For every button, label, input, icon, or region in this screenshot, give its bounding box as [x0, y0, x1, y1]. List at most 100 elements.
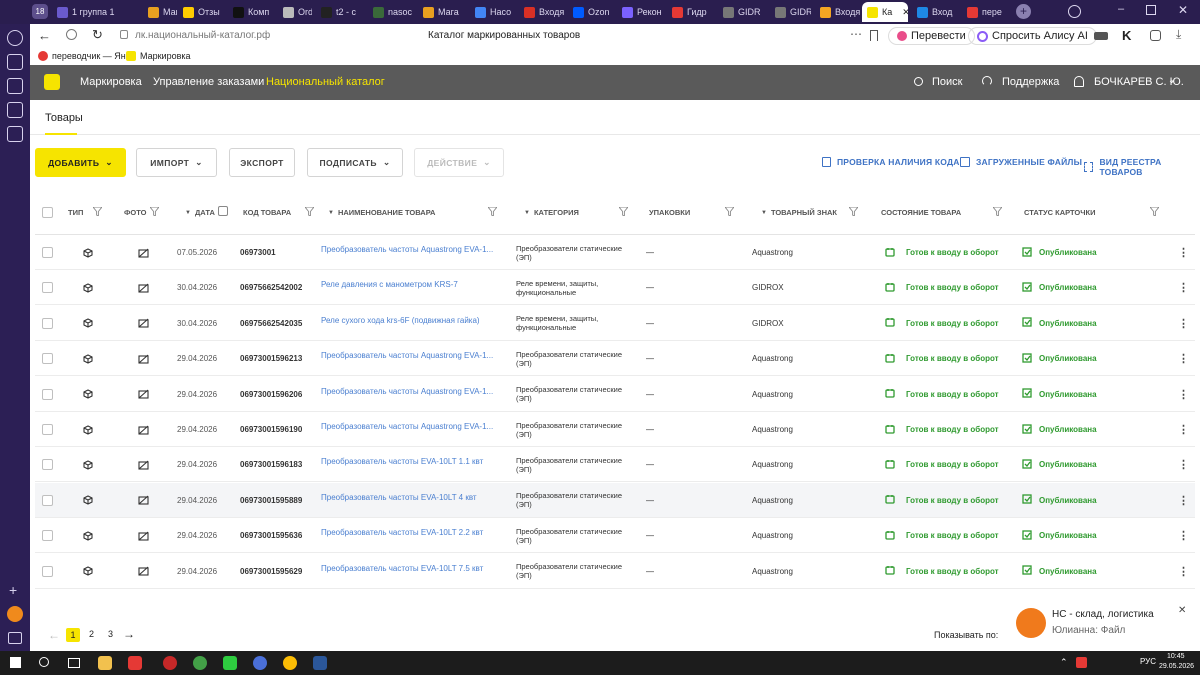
browser-tab[interactable]: Мага — [418, 2, 462, 22]
row-name[interactable]: Преобразователь частоты EVA-10LT 7.5 квт — [321, 564, 507, 573]
row-checkbox[interactable] — [42, 377, 53, 412]
file-explorer-icon[interactable] — [98, 656, 112, 670]
action-button[interactable]: ДЕЙСТВИЕ ⌄ — [414, 148, 504, 177]
row-code[interactable]: 06973001596183 — [240, 447, 302, 482]
row-menu-icon[interactable]: ⋮ — [1178, 554, 1189, 589]
more-icon[interactable]: ⋯ — [850, 27, 862, 41]
row-code[interactable]: 06975662542035 — [240, 306, 302, 341]
filter-icon[interactable] — [1150, 207, 1159, 216]
search-icon[interactable] — [914, 77, 923, 86]
col-category[interactable]: ▼ КАТЕГОРИЯ — [524, 208, 579, 217]
bookmark-icon[interactable] — [870, 30, 878, 41]
row-code[interactable]: 06973001595889 — [240, 483, 302, 518]
browser-tab[interactable]: Насо — [470, 2, 515, 22]
col-name[interactable]: ▼ НАИМЕНОВАНИЕ ТОВАРА — [328, 208, 435, 217]
row-checkbox[interactable] — [42, 483, 53, 518]
tray-chevron-icon[interactable]: ⌃ — [1060, 657, 1068, 668]
registry-view-link[interactable]: ВИД РЕЕСТРА ТОВАРОВ — [1084, 157, 1200, 177]
row-name-cell[interactable]: Преобразователь частоты EVA-10LT 4 квт — [321, 493, 507, 502]
tab-count-badge[interactable]: 18 — [32, 4, 48, 19]
browser-tab[interactable]: nasос — [368, 2, 414, 22]
table-row[interactable]: 29.04.2026 06973001595629 Преобразователь … — [35, 554, 1195, 589]
browser-tab[interactable]: Гидр — [667, 2, 713, 22]
close-window-button[interactable]: ✕ — [1178, 3, 1188, 17]
table-row[interactable]: 29.04.2026 06973001595889 Преобразователь … — [35, 482, 1195, 518]
row-name[interactable]: Преобразователь частоты Aquastrong EVA-1… — [321, 422, 507, 431]
history-icon[interactable] — [7, 30, 23, 46]
col-brand[interactable]: ▼ ТОВАРНЫЙ ЗНАК — [761, 208, 837, 217]
word-icon[interactable] — [313, 656, 327, 670]
browser-tab[interactable]: GIDR — [718, 2, 764, 22]
row-name-cell[interactable]: Преобразователь частоты Aquastrong EVA-1… — [321, 351, 507, 360]
filter-icon[interactable] — [993, 207, 1002, 216]
support-icon[interactable] — [982, 76, 992, 86]
row-menu-icon[interactable]: ⋮ — [1178, 270, 1189, 305]
table-row[interactable]: 29.04.2026 06973001596183 Преобразователь … — [35, 447, 1195, 483]
browser-tab[interactable]: 1 группа 1 — [52, 2, 120, 22]
row-name-cell[interactable]: Преобразователь частоты EVA-10LT 7.5 квт — [321, 564, 507, 573]
add-panel-icon[interactable]: + — [9, 582, 17, 598]
filter-icon[interactable] — [488, 207, 497, 216]
row-name[interactable]: Преобразователь частоты EVA-10LT 2.2 квт — [321, 528, 507, 537]
row-name[interactable]: Преобразователь частоты EVA-10LT 4 квт — [321, 493, 507, 502]
row-menu-icon[interactable]: ⋮ — [1178, 306, 1189, 341]
filter-icon[interactable] — [305, 207, 314, 216]
tray-app-icon[interactable] — [1076, 657, 1087, 668]
new-tab-button[interactable]: + — [1016, 4, 1031, 19]
browser-tab[interactable]: Ozon — [568, 2, 613, 22]
page-3[interactable]: 3 — [108, 629, 113, 639]
extension-icon[interactable] — [1094, 32, 1108, 40]
browser-tab[interactable]: GIDR — [770, 2, 811, 22]
row-name[interactable]: Преобразователь частоты Aquastrong EVA-1… — [321, 387, 507, 396]
table-row[interactable]: 07.05.2026 06973001 Преобразователь частот… — [35, 235, 1195, 270]
row-name-cell[interactable]: Преобразователь частоты EVA-10LT 2.2 квт — [321, 528, 507, 537]
yandex-icon[interactable] — [66, 29, 77, 40]
row-code[interactable]: 06973001596206 — [240, 377, 302, 412]
url-text[interactable]: лк.национальный-каталог.рф — [135, 30, 270, 41]
table-row[interactable]: 30.04.2026 06975662542002 Реле давления с … — [35, 270, 1195, 306]
row-menu-icon[interactable]: ⋮ — [1178, 447, 1189, 482]
row-menu-icon[interactable]: ⋮ — [1178, 518, 1189, 553]
row-checkbox[interactable] — [42, 270, 53, 305]
nav-order-management[interactable]: Управление заказами — [153, 76, 264, 88]
row-code[interactable]: 06973001 — [240, 235, 276, 270]
row-checkbox[interactable] — [42, 447, 53, 482]
calendar-icon[interactable] — [218, 206, 228, 216]
profile-icon[interactable] — [1068, 5, 1081, 18]
clock-time[interactable]: 10:45 — [1167, 653, 1185, 660]
add-button[interactable]: ДОБАВИТЬ ⌄ — [35, 148, 126, 177]
browser-tab[interactable]: Отзы — [178, 2, 223, 22]
browser-tab[interactable]: Мага — [143, 2, 177, 22]
row-checkbox[interactable] — [42, 306, 53, 341]
row-name-cell[interactable]: Преобразователь частоты Aquastrong EVA-1… — [321, 387, 507, 396]
row-code[interactable]: 06973001596190 — [240, 412, 302, 447]
language-indicator[interactable]: РУС — [1140, 657, 1156, 666]
table-row[interactable]: 29.04.2026 06973001596206 Преобразователь … — [35, 377, 1195, 412]
row-name-cell[interactable]: Преобразователь частоты Aquastrong EVA-1… — [321, 422, 507, 431]
share-icon[interactable] — [1150, 30, 1161, 41]
export-button[interactable]: ЭКСПОРТ — [229, 148, 295, 177]
filter-icon[interactable] — [849, 207, 858, 216]
opera-icon[interactable] — [163, 656, 177, 670]
collections-icon[interactable] — [7, 54, 23, 70]
download-icon[interactable]: ⤓ — [1176, 27, 1181, 42]
clock-date[interactable]: 29.05.2026 — [1159, 663, 1194, 670]
check-code-link[interactable]: ПРОВЕРКА НАЛИЧИЯ КОДА — [822, 157, 960, 167]
search-link[interactable]: Поиск — [932, 76, 962, 88]
browser-tab[interactable]: Вход — [912, 2, 958, 22]
page-1[interactable]: 1 — [66, 628, 80, 642]
row-menu-icon[interactable]: ⋮ — [1178, 377, 1189, 412]
row-checkbox[interactable] — [42, 235, 53, 270]
wechat-icon[interactable] — [223, 656, 237, 670]
bookmark-marking[interactable]: Маркировка — [140, 51, 191, 61]
sign-button[interactable]: ПОДПИСАТЬ ⌄ — [307, 148, 403, 177]
filter-icon[interactable] — [150, 207, 159, 216]
table-row[interactable]: 29.04.2026 06973001596213 Преобразователь … — [35, 341, 1195, 377]
minimize-button[interactable]: – — [1118, 3, 1124, 15]
filter-icon[interactable] — [93, 207, 102, 216]
page-2[interactable]: 2 — [89, 629, 94, 639]
row-checkbox[interactable] — [42, 341, 53, 376]
row-name-cell[interactable]: Реле сухого хода krs-6F (подвижная гайка… — [321, 316, 507, 325]
row-name[interactable]: Преобразователь частоты EVA-10LT 1.1 квт — [321, 457, 507, 466]
yandex-browser-icon[interactable] — [128, 656, 142, 670]
